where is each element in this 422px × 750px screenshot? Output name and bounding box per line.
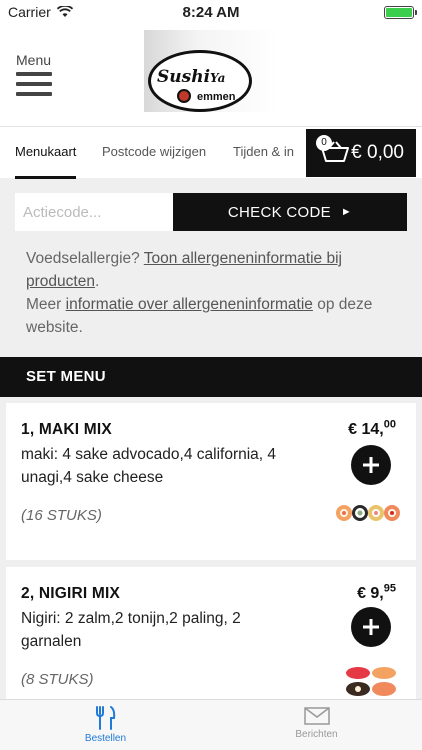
- logo-subtext: emmen: [197, 91, 236, 103]
- section-header: SET MENU: [0, 357, 422, 397]
- carrier-label: Carrier: [8, 4, 51, 20]
- hamburger-icon: [16, 72, 56, 96]
- allergy-text-2: Meer: [26, 296, 66, 313]
- product-title: 1, MAKI MIX: [21, 421, 112, 438]
- envelope-icon: [303, 707, 330, 725]
- add-to-cart-button[interactable]: [351, 607, 391, 647]
- status-bar: Carrier 8:24 AM: [0, 0, 422, 24]
- maki-rolls-image: [336, 505, 400, 521]
- wifi-icon: [56, 6, 73, 17]
- tab-bestellen-label: Bestellen: [84, 733, 127, 744]
- product-description: maki: 4 sake advocado,4 california, 4 un…: [21, 446, 277, 486]
- tab-berichten[interactable]: Berichten: [211, 700, 422, 750]
- product-price: € 9,95: [357, 582, 396, 602]
- tab-tijden-info[interactable]: Tijden & in: [233, 127, 299, 179]
- product-count: (8 STUKS): [21, 671, 94, 688]
- add-to-cart-button[interactable]: [351, 445, 391, 485]
- product-description: Nigiri: 2 zalm,2 tonijn,2 paling, 2 garn…: [21, 610, 241, 650]
- allergen-info-link[interactable]: informatie over allergeneninformatie: [66, 296, 313, 313]
- allergy-text-1-end: .: [94, 273, 100, 290]
- check-code-label: CHECK CODE: [227, 203, 331, 221]
- allergy-text-1: Voedselallergie?: [26, 250, 144, 267]
- allergy-info: Voedselallergie? Toon allergeneninformat…: [26, 247, 398, 339]
- product-card[interactable]: 2, NIGIRI MIX Nigiri: 2 zalm,2 tonijn,2 …: [6, 567, 416, 707]
- sushi-roll-icon: [177, 89, 191, 103]
- status-left: Carrier: [8, 4, 73, 20]
- logo-text: SushiYa: [157, 67, 226, 87]
- menu-button[interactable]: Menu: [16, 52, 56, 102]
- menu-label: Menu: [16, 52, 52, 68]
- plus-icon: [363, 619, 379, 635]
- tab-menukaart[interactable]: Menukaart: [15, 127, 77, 179]
- battery-icon: [384, 5, 417, 19]
- product-card[interactable]: 1, MAKI MIX maki: 4 sake advocado,4 cali…: [6, 403, 416, 560]
- plus-icon: [363, 457, 379, 473]
- cutlery-icon: [95, 706, 115, 730]
- logo-oval: SushiYa emmen: [148, 50, 252, 112]
- tab-berichten-label: Berichten: [295, 729, 338, 740]
- app-header: Menu SushiYa emmen: [0, 24, 422, 126]
- check-code-button[interactable]: CHECK CODE ►: [173, 193, 407, 231]
- nigiri-image: [344, 663, 402, 699]
- tab-postcode-wijzigen[interactable]: Postcode wijzigen: [102, 127, 206, 179]
- cart-total: € 0,00: [351, 142, 404, 163]
- tab-bestellen[interactable]: Bestellen: [0, 700, 211, 750]
- arrow-right-icon: ►: [340, 206, 353, 218]
- product-count: (16 STUKS): [21, 507, 102, 524]
- promo-row: CHECK CODE ►: [15, 193, 407, 231]
- bottom-tab-bar: Bestellen Berichten: [0, 699, 422, 750]
- cart-button[interactable]: 0 € 0,00: [306, 129, 416, 177]
- product-title: 2, NIGIRI MIX: [21, 585, 121, 602]
- product-price: € 14,00: [348, 418, 396, 438]
- promo-code-input[interactable]: [15, 193, 173, 231]
- cart-count-badge: 0: [316, 135, 332, 151]
- restaurant-logo: SushiYa emmen: [144, 30, 278, 112]
- tabs-bar: Menukaart Postcode wijzigen Tijden & in …: [0, 126, 422, 179]
